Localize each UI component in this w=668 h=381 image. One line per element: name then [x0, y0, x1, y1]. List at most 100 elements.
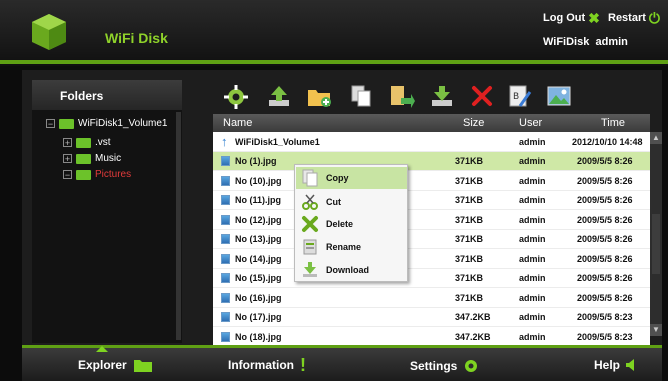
- parent-folder-row[interactable]: ↑ WiFiDisk1_Volume1 admin 2012/10/10 14:…: [213, 133, 650, 152]
- row-size: 347.2KB: [455, 312, 491, 322]
- user-info: WiFiDisk admin: [543, 36, 628, 48]
- download-icon[interactable]: [428, 82, 456, 110]
- context-menu-rename[interactable]: Rename: [296, 236, 407, 258]
- folder-icon: [76, 137, 91, 148]
- expand-toggle-icon[interactable]: +: [63, 138, 72, 148]
- tab-settings[interactable]: Settings: [410, 358, 479, 374]
- tab-label: Help: [594, 358, 621, 372]
- table-row[interactable]: No (11).jpg 371KB admin 2009/5/5 8:26: [213, 191, 650, 210]
- context-menu-cut[interactable]: Cut: [296, 191, 407, 213]
- collapse-toggle-icon[interactable]: −: [63, 170, 72, 180]
- row-name: No (15).jpg: [235, 273, 282, 283]
- tree-item-label: Pictures: [95, 169, 132, 180]
- row-name: No (14).jpg: [235, 253, 282, 264]
- scroll-thumb[interactable]: [652, 214, 660, 274]
- tab-explorer[interactable]: Explorer: [78, 358, 153, 372]
- row-time: 2012/10/10 14:48: [572, 137, 643, 147]
- image-file-icon: [221, 253, 230, 264]
- restart-button[interactable]: Restart ⏻: [608, 11, 660, 25]
- table-row[interactable]: No (10).jpg 371KB admin 2009/5/5 8:26: [213, 171, 650, 191]
- rename-icon[interactable]: B: [505, 82, 533, 110]
- close-x-icon: ✖: [588, 9, 600, 26]
- tab-label: Explorer: [78, 358, 127, 372]
- move-icon[interactable]: [387, 82, 415, 110]
- wifi-disk-logo-icon: [32, 14, 66, 50]
- device-name: WiFiDisk: [543, 36, 590, 48]
- new-folder-icon[interactable]: [305, 82, 333, 110]
- tab-information[interactable]: Information !: [228, 355, 306, 375]
- active-tab-indicator-icon: [96, 346, 108, 352]
- delete-icon: [300, 215, 320, 233]
- svg-text:B: B: [513, 92, 519, 102]
- tree-root-label: WiFiDisk1_Volume1: [78, 118, 168, 129]
- collapse-toggle-icon[interactable]: −: [46, 119, 55, 129]
- table-row[interactable]: No (17).jpg 347.2KB admin 2009/5/5 8:23: [213, 308, 650, 327]
- row-time: 2009/5/5 8:26: [577, 195, 633, 205]
- scroll-down-arrow-icon[interactable]: ▼: [650, 324, 662, 336]
- logout-button[interactable]: Log Out ✖: [543, 9, 600, 26]
- expand-toggle-icon[interactable]: +: [63, 154, 72, 164]
- table-row[interactable]: No (16).jpg 371KB admin 2009/5/5 8:26: [213, 288, 650, 308]
- row-user: admin: [519, 214, 546, 225]
- upload-icon[interactable]: [265, 82, 293, 110]
- row-time: 2009/5/5 8:26: [577, 273, 633, 283]
- row-time: 2009/5/5 8:26: [577, 253, 633, 264]
- row-name: No (13).jpg: [235, 234, 282, 244]
- context-menu-download[interactable]: Download: [296, 259, 407, 281]
- row-size: 371KB: [455, 195, 484, 205]
- sidebar-header: Folders: [32, 80, 182, 110]
- sidebar-scrollbar[interactable]: [176, 112, 181, 340]
- row-size: 371KB: [455, 253, 484, 264]
- row-size: 371KB: [455, 273, 484, 283]
- tree-item-label: .vst: [95, 137, 111, 148]
- table-row[interactable]: No (1).jpg 371KB admin 2009/5/5 8:26: [213, 152, 650, 171]
- scroll-up-arrow-icon[interactable]: ▲: [650, 132, 662, 144]
- folder-icon: [76, 153, 91, 164]
- image-file-icon: [221, 331, 230, 342]
- row-name: No (10).jpg: [235, 175, 282, 186]
- column-header-name[interactable]: Name: [223, 117, 252, 129]
- column-header-user[interactable]: User: [519, 117, 542, 129]
- row-user: admin: [519, 137, 546, 147]
- image-file-icon: [221, 312, 230, 322]
- speaker-icon: [626, 359, 635, 371]
- copy-icon[interactable]: [347, 82, 375, 110]
- tree-item-music[interactable]: + Music: [63, 153, 121, 164]
- table-row[interactable]: No (13).jpg 371KB admin 2009/5/5 8:26: [213, 230, 650, 249]
- tab-help[interactable]: Help: [594, 358, 636, 372]
- table-row[interactable]: No (18).jpg 347.2KB admin 2009/5/5 8:23: [213, 327, 650, 347]
- tree-item-label: Music: [95, 153, 122, 164]
- context-menu-delete[interactable]: Delete: [296, 213, 407, 235]
- column-header-size[interactable]: Size: [463, 117, 484, 129]
- context-menu-copy[interactable]: Copy: [296, 167, 407, 189]
- download-icon: [300, 261, 320, 279]
- row-user: admin: [519, 156, 546, 166]
- context-menu-label: Rename: [326, 242, 362, 252]
- header: WiFi Disk Log Out ✖ Restart ⏻ WiFiDisk a…: [0, 0, 668, 66]
- delete-icon[interactable]: [468, 82, 496, 110]
- column-header-time[interactable]: Time: [601, 117, 625, 129]
- row-user: admin: [519, 175, 546, 186]
- image-file-icon: [221, 195, 230, 205]
- image-view-icon[interactable]: [545, 82, 573, 110]
- context-menu-label: Download: [326, 265, 369, 275]
- table-row[interactable]: No (12).jpg 371KB admin 2009/5/5 8:26: [213, 210, 650, 230]
- row-name: No (12).jpg: [235, 214, 282, 225]
- row-user: admin: [519, 312, 546, 322]
- tree-root[interactable]: − WiFiDisk1_Volume1: [46, 118, 167, 129]
- tree-item-vst[interactable]: + .vst: [63, 137, 111, 148]
- context-menu-label: Copy: [326, 173, 349, 183]
- row-size: 347.2KB: [455, 331, 491, 342]
- row-name: No (11).jpg: [235, 195, 282, 205]
- username: admin: [595, 36, 628, 48]
- folder-icon: [76, 169, 91, 180]
- table-row[interactable]: No (15).jpg 371KB admin 2009/5/5 8:26: [213, 269, 650, 288]
- table-scrollbar[interactable]: ▲ ▼: [650, 132, 662, 336]
- row-user: admin: [519, 273, 546, 283]
- row-size: 371KB: [455, 214, 484, 225]
- tree-item-pictures[interactable]: − Pictures: [63, 169, 131, 180]
- tab-label: Settings: [410, 359, 458, 373]
- settings-icon[interactable]: [222, 82, 250, 110]
- exclamation-icon: !: [300, 355, 306, 375]
- table-row[interactable]: No (14).jpg 371KB admin 2009/5/5 8:26: [213, 249, 650, 269]
